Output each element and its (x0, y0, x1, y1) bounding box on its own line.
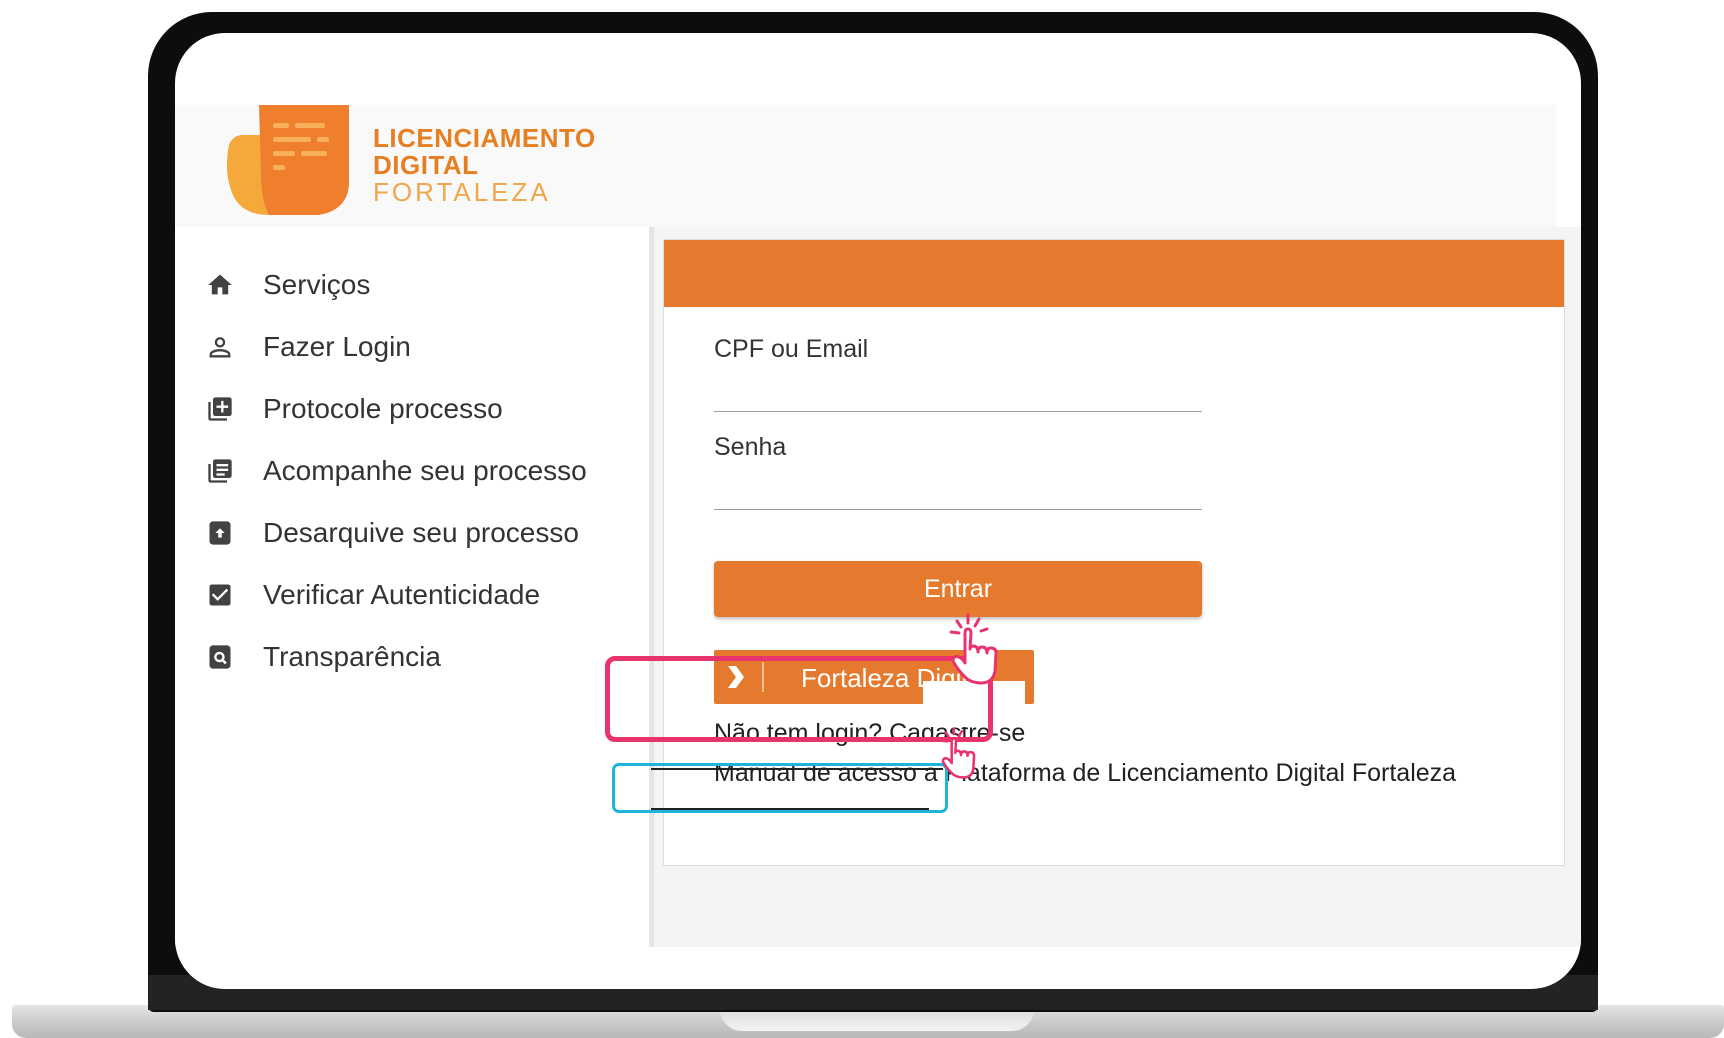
sidebar-item-servicos[interactable]: Serviços (205, 265, 370, 305)
sidebar-item-label: Acompanhe seu processo (263, 455, 587, 486)
brand-logo-text: LICENCIAMENTO DIGITAL FORTALEZA (373, 125, 596, 206)
laptop-screen: LICENCIAMENTO DIGITAL FORTALEZA Serviços… (175, 33, 1581, 989)
hand-pointer-icon (940, 727, 976, 779)
sidebar-item-protocole[interactable]: Protocole processo (205, 389, 503, 429)
cpf-label: CPF ou Email (714, 335, 869, 363)
highlight-box-signup (612, 763, 948, 813)
document-logo-icon (226, 105, 349, 215)
user-icon (205, 332, 235, 362)
add-box-icon (205, 394, 235, 424)
sidebar-item-label: Verificar Autenticidade (263, 579, 541, 610)
unarchive-icon (205, 518, 235, 548)
sidebar-item-label: Fazer Login (263, 331, 411, 362)
sidebar-item-label: Serviços (263, 269, 371, 300)
sidebar-item-label: Transparência (263, 641, 441, 672)
list-icon (205, 456, 235, 486)
brand-line-3: FORTALEZA (373, 177, 551, 207)
brand-line-2: DIGITAL (373, 150, 479, 180)
home-icon (205, 270, 235, 300)
sidebar-item-transparencia[interactable]: Transparência (205, 637, 441, 677)
search-document-icon (205, 642, 235, 672)
app-header: LICENCIAMENTO DIGITAL FORTALEZA (175, 105, 1555, 228)
sidebar-item-desarquive[interactable]: Desarquive seu processo (205, 513, 579, 553)
brand-line-1: LICENCIAMENTO (373, 123, 596, 153)
sidebar: Serviços Fazer Login Protocole processo … (175, 227, 654, 947)
sidebar-item-label: Desarquive seu processo (263, 517, 579, 548)
sidebar-item-label: Protocole processo (263, 393, 503, 424)
password-input[interactable] (714, 469, 1202, 510)
sidebar-item-acompanhe[interactable]: Acompanhe seu processo (205, 451, 587, 491)
sidebar-item-fazer-login[interactable]: Fazer Login (205, 327, 411, 367)
login-card-header (664, 240, 1564, 307)
senha-label: Senha (714, 433, 787, 461)
sidebar-item-verificar[interactable]: Verificar Autenticidade (205, 575, 540, 615)
cpf-email-input[interactable] (714, 371, 1202, 412)
hand-pointer-icon (949, 613, 998, 685)
check-box-icon (205, 580, 235, 610)
